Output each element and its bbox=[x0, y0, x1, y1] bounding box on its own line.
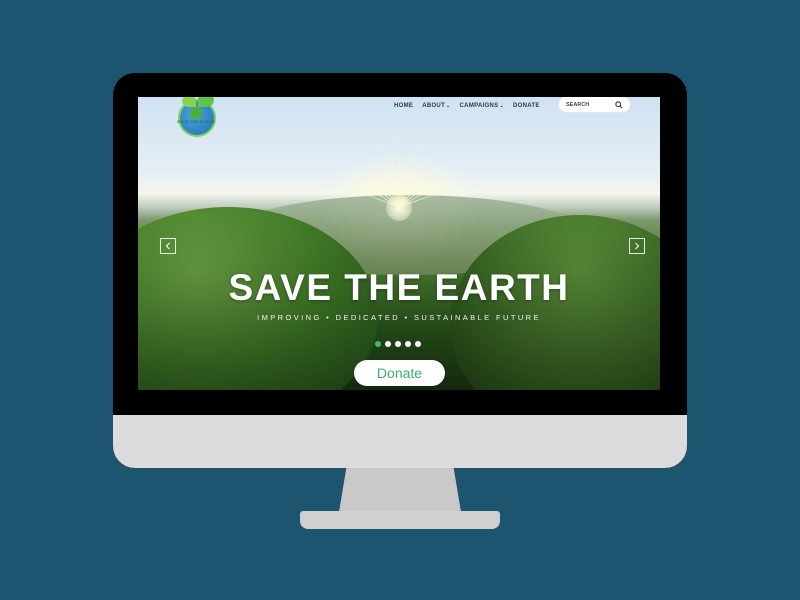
nav-item-donate[interactable]: DONATE bbox=[513, 103, 540, 109]
donate-button[interactable]: Donate bbox=[354, 360, 445, 386]
slider-next-button[interactable] bbox=[629, 238, 645, 254]
slider-dot[interactable] bbox=[395, 341, 401, 347]
slider-dot[interactable] bbox=[375, 341, 381, 347]
hero-headline: SAVE THE EARTH bbox=[228, 267, 570, 308]
chevron-down-icon: ⌄ bbox=[446, 103, 451, 109]
site-logo[interactable]: SAVE THE EARTH bbox=[172, 97, 220, 137]
leaf-icon bbox=[182, 97, 196, 107]
nav-item-campaigns[interactable]: CAMPAIGNS⌄ bbox=[460, 103, 504, 109]
search-icon[interactable] bbox=[615, 97, 623, 114]
monitor-stand-base bbox=[300, 511, 500, 529]
monitor-chin bbox=[113, 415, 687, 468]
search-box bbox=[559, 97, 630, 112]
chevron-right-icon bbox=[635, 242, 640, 250]
leaf-icon bbox=[190, 107, 202, 119]
website-screen: SAVE THE EARTH HOME ABOUT⌄ CAMPAIGNS⌄ DO… bbox=[138, 97, 660, 390]
logo-text: SAVE THE EARTH bbox=[177, 119, 215, 124]
slider-dot[interactable] bbox=[405, 341, 411, 347]
nav-item-about[interactable]: ABOUT⌄ bbox=[422, 103, 450, 109]
slider-prev-button[interactable] bbox=[160, 238, 176, 254]
main-nav: HOME ABOUT⌄ CAMPAIGNS⌄ DONATE bbox=[394, 100, 540, 112]
chevron-down-icon: ⌄ bbox=[499, 103, 504, 109]
slider-dots bbox=[375, 341, 421, 347]
nav-item-label: HOME bbox=[394, 103, 414, 109]
nav-item-label: DONATE bbox=[512, 103, 540, 109]
nav-item-home[interactable]: HOME bbox=[394, 103, 413, 109]
nav-item-label: CAMPAIGNS bbox=[459, 103, 499, 109]
search-input[interactable] bbox=[566, 101, 612, 108]
chevron-left-icon bbox=[165, 242, 170, 250]
hero-tagline: IMPROVING • DEDICATED • SUSTAINABLE FUTU… bbox=[257, 313, 541, 322]
slider-dot[interactable] bbox=[385, 341, 391, 347]
nav-item-label: ABOUT bbox=[422, 103, 446, 109]
slider-dot[interactable] bbox=[415, 341, 421, 347]
monitor-stand-neck bbox=[339, 468, 461, 512]
